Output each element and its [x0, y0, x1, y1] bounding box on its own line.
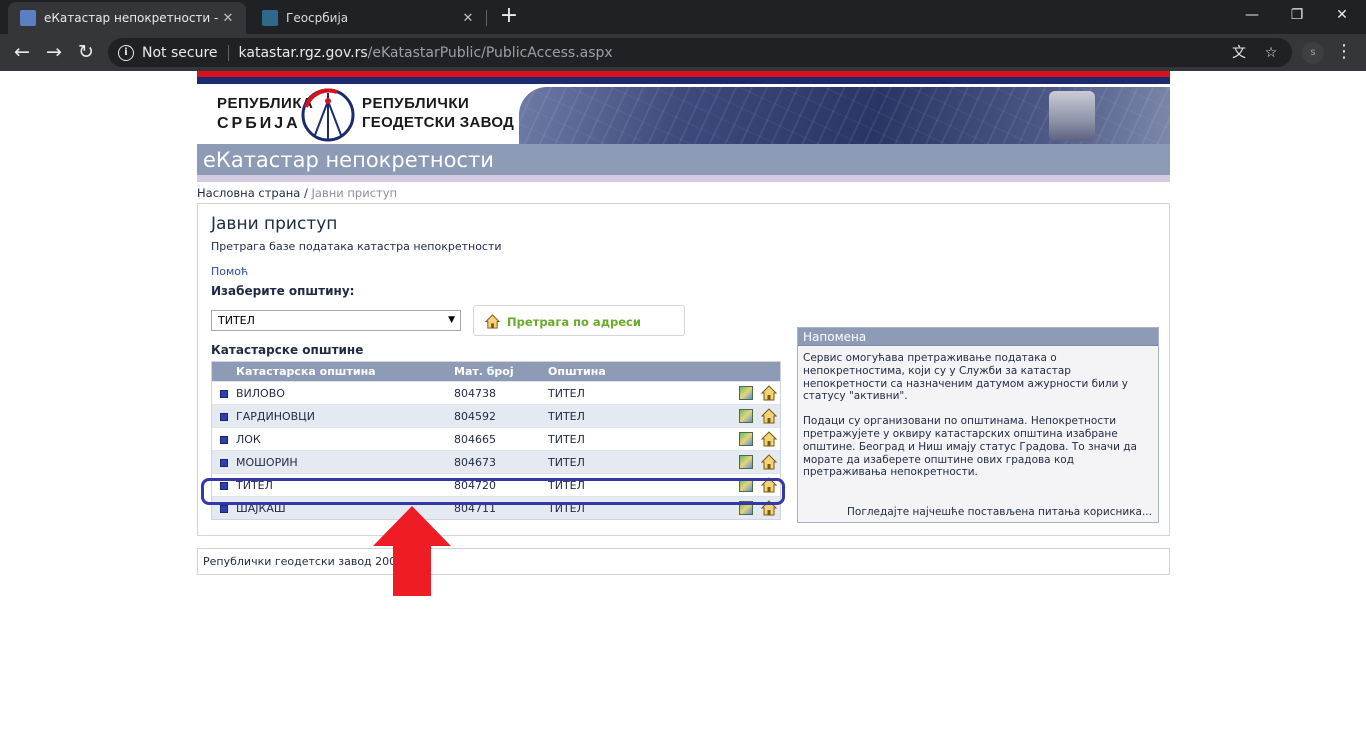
title-underline	[197, 175, 1170, 182]
map-icon[interactable]	[739, 432, 753, 446]
municipality-select[interactable]: ТИТЕЛ ▼	[211, 310, 461, 331]
address-bar[interactable]: i Not secure katastar.rgz.gov.rs/eKatast…	[108, 38, 1292, 67]
bookmark-star-icon[interactable]: ☆	[1262, 44, 1280, 62]
header-navy-stripe	[197, 77, 1170, 84]
breadcrumb-current: Јавни приступ	[311, 186, 398, 200]
reload-button[interactable]: ↻	[72, 38, 100, 66]
page-title: Јавни приступ	[211, 214, 338, 234]
address-search-label: Претрага по адреси	[507, 315, 641, 329]
municipality-select-value: ТИТЕЛ	[218, 314, 255, 327]
translate-icon[interactable]: 文	[1230, 44, 1248, 62]
map-icon[interactable]	[739, 409, 753, 423]
address-search-button[interactable]: Претрага по адреси	[473, 305, 685, 336]
row-municipality: ТИТЕЛ	[548, 410, 585, 423]
tab-geosrbija[interactable]: Геосрбија ✕	[250, 2, 486, 34]
map-icon[interactable]	[739, 455, 753, 469]
bullet-icon	[220, 390, 228, 398]
address-divider	[227, 44, 229, 61]
cadastral-municipalities-title: Катастарске општине	[211, 343, 364, 357]
bullet-icon	[220, 413, 228, 421]
tab-title: Геосрбија	[286, 11, 349, 25]
table-row[interactable]: ВИЛОВО 804738 ТИТЕЛ	[212, 381, 780, 404]
row-municipality: ТИТЕЛ	[548, 387, 585, 400]
url-host[interactable]: katastar.rgz.gov.rs	[239, 45, 368, 61]
forward-button[interactable]: →	[40, 38, 68, 66]
page-favicon-icon	[20, 10, 36, 26]
bullet-icon	[220, 436, 228, 444]
rgz-emblem-icon[interactable]	[297, 87, 359, 143]
theodolite-image	[1049, 91, 1095, 141]
note-paragraph: Сервис омогућава претраживање података о…	[803, 352, 1129, 403]
site-banner: РЕПУБЛИКА СРБИЈА РЕПУБЛИЧКИ ГЕОДЕТСКИ ЗА…	[197, 84, 1170, 144]
choose-municipality-label: Изаберите општину:	[211, 284, 355, 298]
page-subtitle: Претрага базе података катастра непокрет…	[211, 240, 502, 253]
breadcrumb: Насловна страна / Јавни приступ	[197, 182, 1170, 202]
breadcrumb-home-link[interactable]: Насловна страна	[197, 186, 300, 200]
window-close-button[interactable]: ✕	[1320, 4, 1364, 26]
note-panel: Напомена Сервис омогућава претраживање п…	[797, 327, 1159, 523]
info-icon[interactable]: i	[118, 44, 134, 61]
browser-menu-icon[interactable]: ⋮	[1334, 38, 1354, 66]
note-body: Сервис омогућава претраживање података о…	[798, 346, 1158, 479]
house-icon	[485, 314, 500, 329]
close-icon[interactable]: ✕	[458, 11, 478, 26]
new-tab-button[interactable]: +	[496, 4, 522, 30]
row-mat: 804592	[454, 410, 496, 423]
row-mat: 804665	[454, 433, 496, 446]
highlight-ring-annotation	[201, 478, 785, 505]
table-header: Катастарска општина Мат. број Општина	[212, 362, 780, 381]
tab-title: еКатастар непокретности - јавни приступ	[44, 11, 218, 25]
bullet-icon	[220, 459, 228, 467]
logo-right-line1: РЕПУБЛИЧКИ	[362, 95, 470, 112]
row-mat: 804738	[454, 387, 496, 400]
site-title: еКатастар непокретности	[197, 144, 1170, 175]
geosrbija-favicon-icon	[262, 10, 278, 26]
profile-avatar[interactable]: s	[1302, 42, 1324, 64]
web-page: РЕПУБЛИКА СРБИЈА РЕПУБЛИЧКИ ГЕОДЕТСКИ ЗА…	[197, 71, 1170, 575]
page-footer: Републички геодетски завод 2008	[197, 548, 1170, 575]
note-title: Напомена	[798, 328, 1158, 346]
row-name[interactable]: ЛОК	[236, 433, 261, 446]
column-header-municipality: Општина	[548, 365, 606, 378]
map-icon[interactable]	[739, 386, 753, 400]
logo-rgz: РЕПУБЛИЧКИ ГЕОДЕТСКИ ЗАВОД	[362, 94, 514, 132]
back-button[interactable]: ←	[8, 38, 36, 66]
row-name[interactable]: МОШОРИН	[236, 456, 298, 469]
row-name[interactable]: ВИЛОВО	[236, 387, 285, 400]
red-up-arrow-icon	[373, 506, 451, 596]
house-icon[interactable]	[761, 408, 777, 424]
row-mat: 804673	[454, 456, 496, 469]
row-municipality: ТИТЕЛ	[548, 456, 585, 469]
tab-separator	[486, 10, 487, 26]
breadcrumb-separator: /	[300, 186, 312, 200]
browser-tab-bar: еКатастар непокретности - јавни приступ …	[0, 0, 1366, 34]
browser-toolbar: ← → ↻ i Not secure katastar.rgz.gov.rs/e…	[0, 34, 1366, 71]
row-municipality: ТИТЕЛ	[548, 433, 585, 446]
row-name[interactable]: ГАРДИНОВЦИ	[236, 410, 315, 423]
close-icon[interactable]: ✕	[218, 11, 238, 26]
house-icon[interactable]	[761, 454, 777, 470]
url-path[interactable]: /eKatastarPublic/PublicAccess.aspx	[368, 45, 613, 61]
banner-photo	[519, 87, 1170, 144]
restore-button[interactable]: ❐	[1275, 4, 1319, 26]
bullet-icon	[220, 505, 228, 513]
column-header-name: Катастарска општина	[236, 365, 376, 378]
table-row[interactable]: МОШОРИН 804673 ТИТЕЛ	[212, 450, 780, 473]
tab-ekatastar[interactable]: еКатастар непокретности - јавни приступ …	[8, 2, 246, 34]
column-header-mat: Мат. број	[454, 365, 514, 378]
house-icon[interactable]	[761, 431, 777, 447]
logo-right-line2: ГЕОДЕТСКИ ЗАВОД	[362, 114, 515, 131]
minimize-button[interactable]: —	[1230, 4, 1274, 26]
table-row[interactable]: ЛОК 804665 ТИТЕЛ	[212, 427, 780, 450]
table-row[interactable]: ГАРДИНОВЦИ 804592 ТИТЕЛ	[212, 404, 780, 427]
house-icon[interactable]	[761, 385, 777, 401]
note-paragraph: Подаци су организовани по општинама. Неп…	[803, 415, 1137, 479]
security-label[interactable]: Not secure	[142, 45, 218, 61]
faq-link[interactable]: Погледајте најчешће постављена питања ко…	[847, 506, 1152, 518]
help-link[interactable]: Помоћ	[211, 265, 248, 278]
chevron-down-icon: ▼	[448, 315, 455, 325]
